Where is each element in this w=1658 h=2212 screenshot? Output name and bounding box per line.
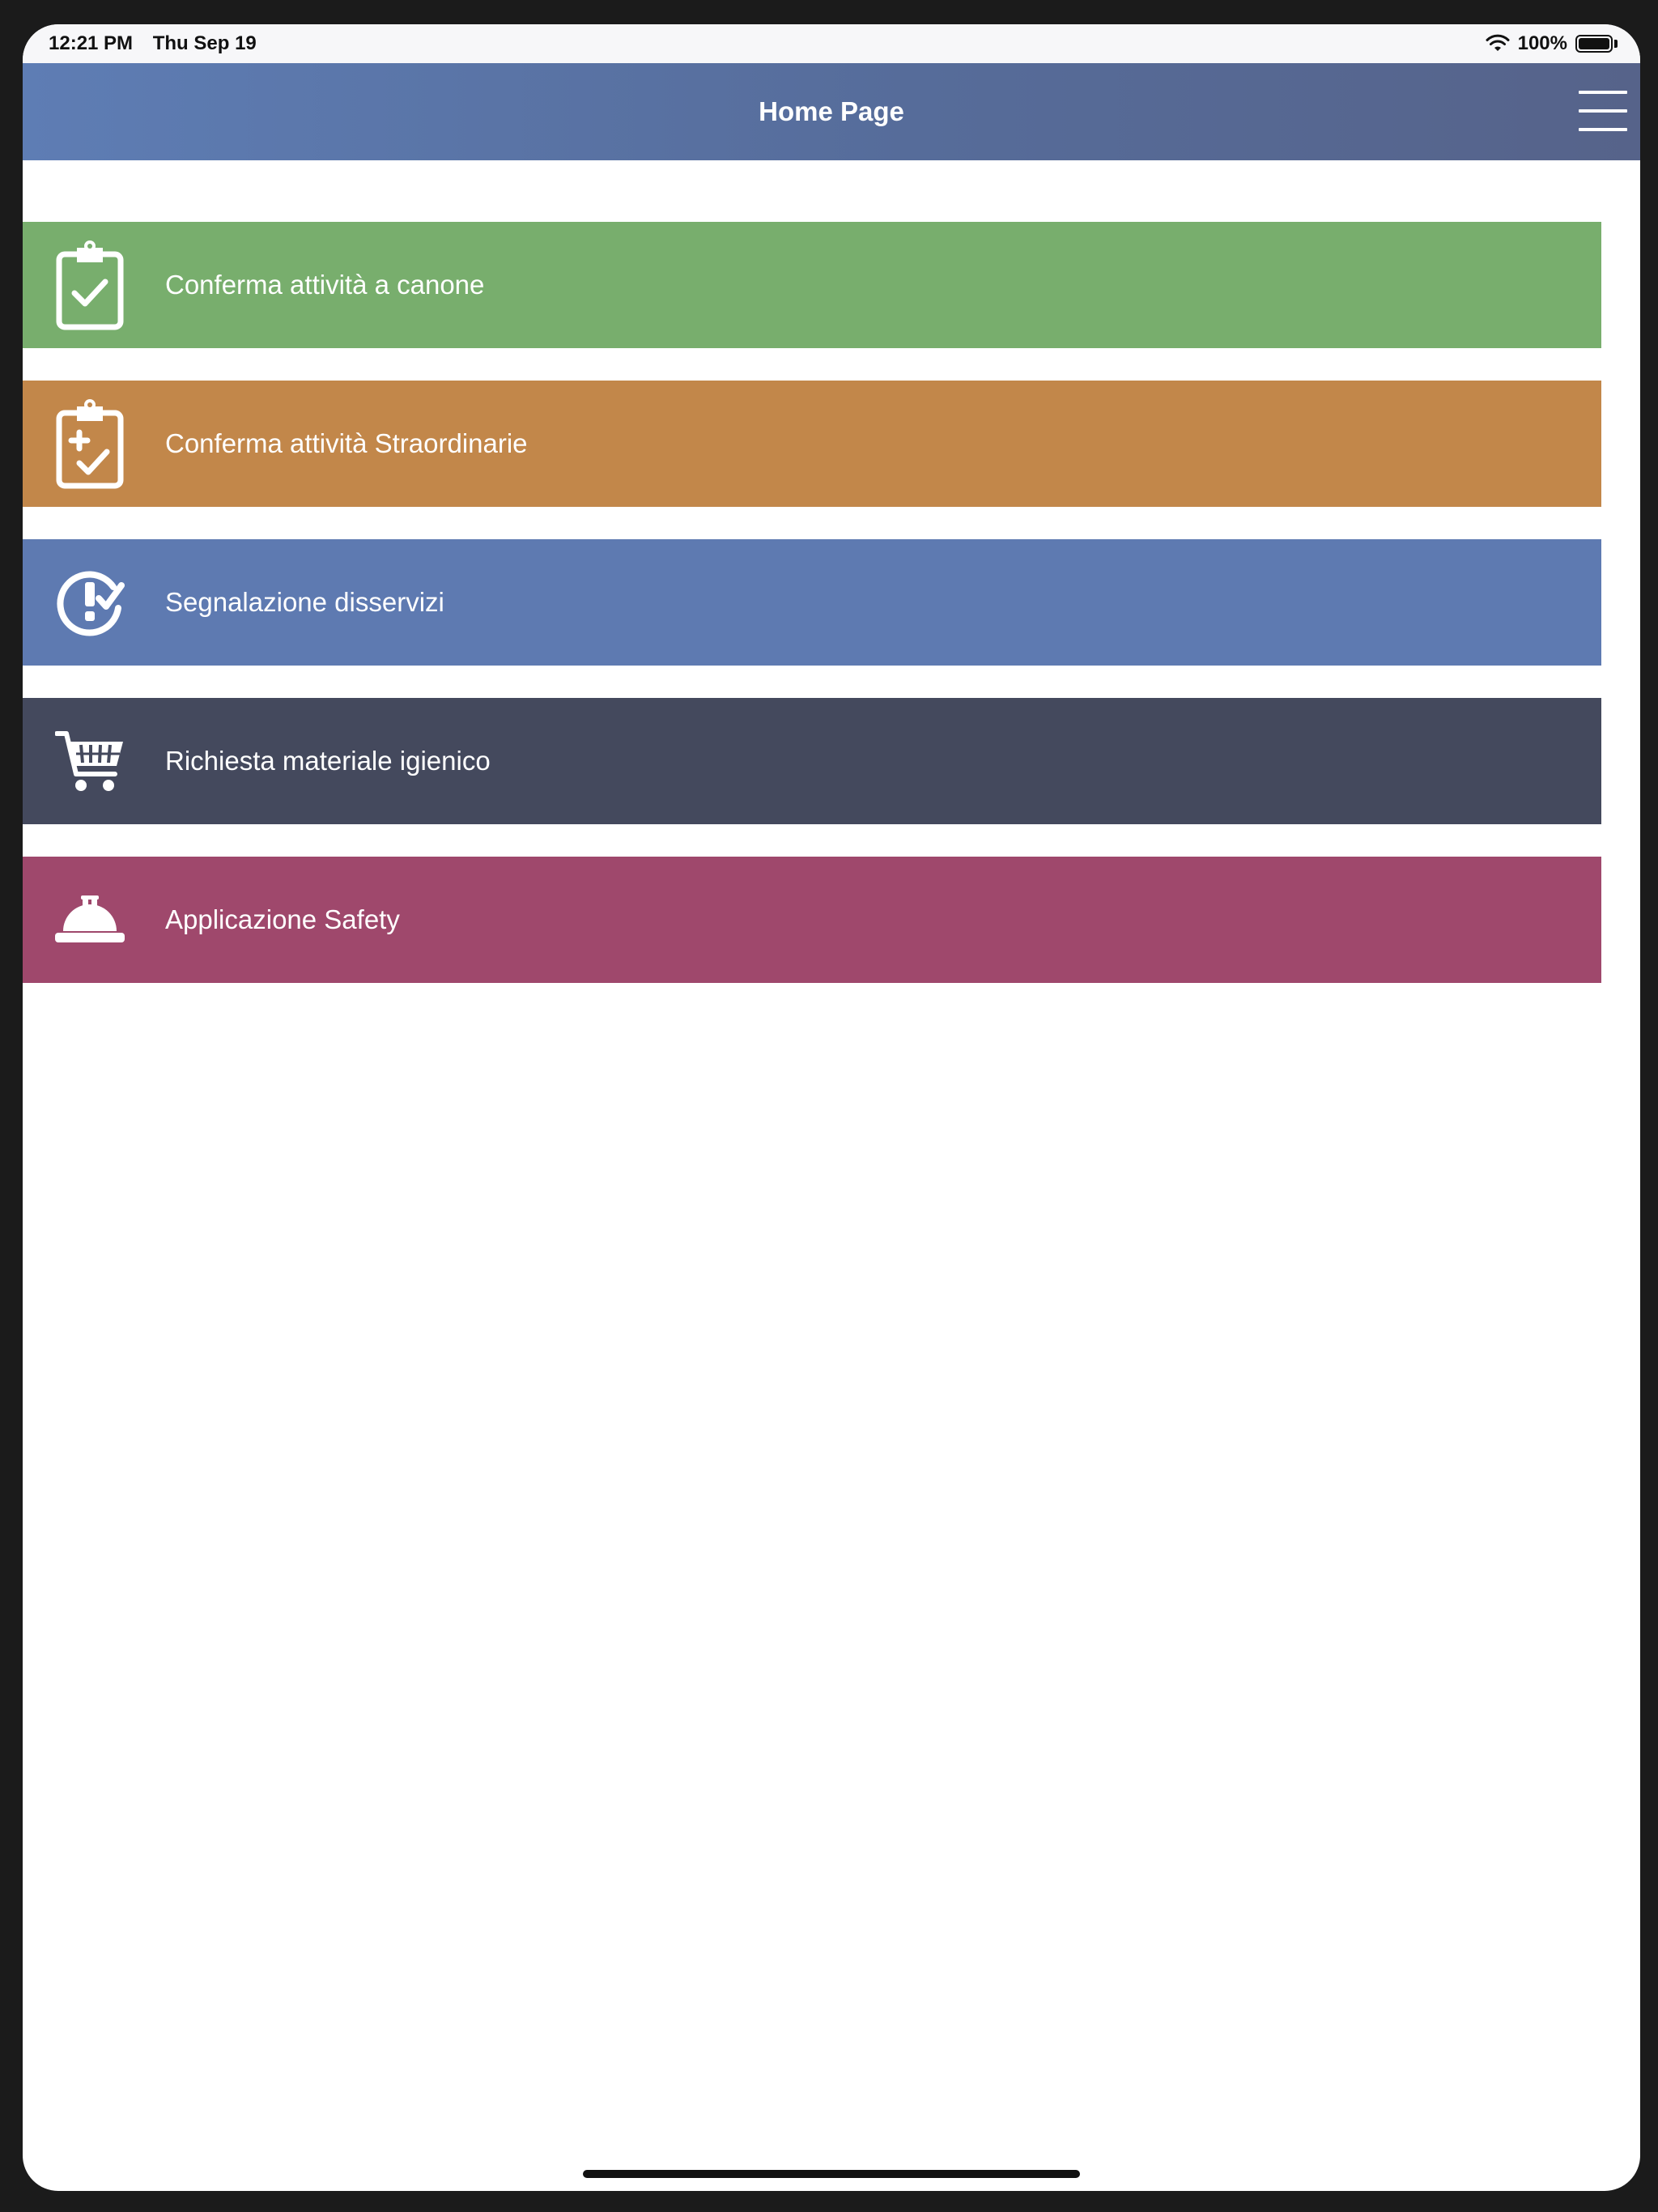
menu-item-label: Conferma attività a canone — [165, 270, 485, 300]
clipboard-check-icon — [55, 240, 125, 330]
menu-item-segnalazione-disservizi[interactable]: Segnalazione disservizi — [23, 539, 1601, 666]
menu-item-label: Richiesta materiale igienico — [165, 746, 491, 776]
status-date: Thu Sep 19 — [152, 32, 257, 54]
hard-hat-icon — [55, 874, 125, 965]
page-title: Home Page — [759, 96, 904, 126]
app-header: Home Page — [23, 63, 1640, 160]
menu-item-applicazione-safety[interactable]: Applicazione Safety — [23, 857, 1601, 983]
home-menu-list: Conferma attività a canone Conferma atti… — [23, 222, 1601, 1015]
wifi-icon — [1486, 34, 1510, 51]
battery-percent: 100% — [1517, 32, 1567, 54]
menu-item-label: Segnalazione disservizi — [165, 587, 444, 617]
menu-item-label: Applicazione Safety — [165, 904, 400, 934]
battery-cap — [1614, 40, 1618, 48]
app-screen: 12:21 PM Thu Sep 19 100% Home Page Confe… — [23, 24, 1640, 2191]
battery-icon — [1575, 35, 1613, 53]
clipboard-plus-check-icon — [55, 398, 125, 489]
shopping-cart-icon — [55, 716, 125, 806]
menu-item-conferma-straordinarie[interactable]: Conferma attività Straordinarie — [23, 381, 1601, 507]
device-frame: 12:21 PM Thu Sep 19 100% Home Page Confe… — [0, 0, 1658, 2212]
status-bar: 12:21 PM Thu Sep 19 100% — [23, 24, 1640, 63]
alert-check-icon — [55, 557, 125, 648]
status-time: 12:21 PM — [49, 32, 134, 54]
hamburger-menu-icon[interactable] — [1579, 89, 1627, 133]
status-left: 12:21 PM Thu Sep 19 — [49, 32, 271, 55]
menu-item-richiesta-materiale[interactable]: Richiesta materiale igienico — [23, 698, 1601, 824]
menu-item-conferma-canone[interactable]: Conferma attività a canone — [23, 222, 1601, 348]
menu-item-label: Conferma attività Straordinarie — [165, 428, 528, 458]
status-right: 100% — [1486, 31, 1618, 57]
home-indicator[interactable] — [583, 2170, 1080, 2178]
